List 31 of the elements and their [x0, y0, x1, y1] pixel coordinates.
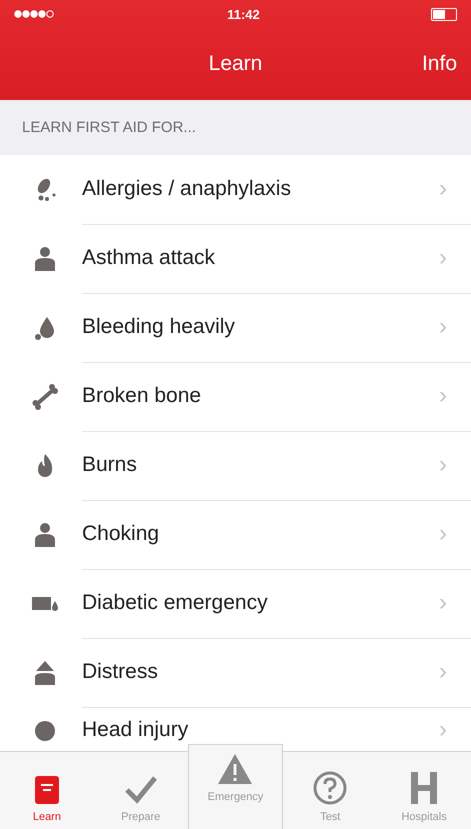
chevron-icon: › — [439, 589, 447, 617]
topic-label[interactable]: Head injury — [82, 718, 439, 742]
tab-item[interactable]: Learn — [0, 752, 94, 829]
chevron-icon: › — [439, 716, 447, 744]
book-icon — [34, 775, 60, 805]
check-icon — [124, 775, 158, 805]
nav-title: Learn — [208, 52, 262, 76]
warning-icon — [217, 753, 254, 785]
chevron-icon: › — [439, 244, 447, 272]
chevron-icon: › — [439, 658, 447, 686]
topic-label[interactable]: Choking — [82, 522, 439, 546]
help-icon — [313, 771, 348, 805]
chevron-icon: › — [439, 382, 447, 410]
chevron-icon: › — [439, 313, 447, 341]
status-time: 11:42 — [227, 6, 260, 22]
chevron-icon: › — [439, 451, 447, 479]
topic-label[interactable]: Diabetic emergency — [82, 591, 439, 615]
topic-label[interactable]: Bleeding heavily — [82, 315, 439, 339]
chevron-icon: › — [439, 175, 447, 203]
topic-label[interactable]: Allergies / anaphylaxis — [82, 177, 439, 201]
hospital-icon — [409, 771, 440, 805]
signal-icon — [14, 10, 56, 18]
bone-icon — [32, 384, 58, 410]
topic-label[interactable]: Asthma attack — [82, 246, 439, 270]
info-button[interactable]: Info — [422, 52, 457, 76]
battery-icon — [430, 8, 457, 20]
topic-label[interactable]: Distress — [82, 660, 439, 684]
topic-label[interactable]: Burns — [82, 453, 439, 477]
chevron-icon: › — [439, 520, 447, 548]
section-header: LEARN FIRST AID FOR... — [22, 119, 196, 136]
topic-label[interactable]: Broken bone — [82, 384, 439, 408]
